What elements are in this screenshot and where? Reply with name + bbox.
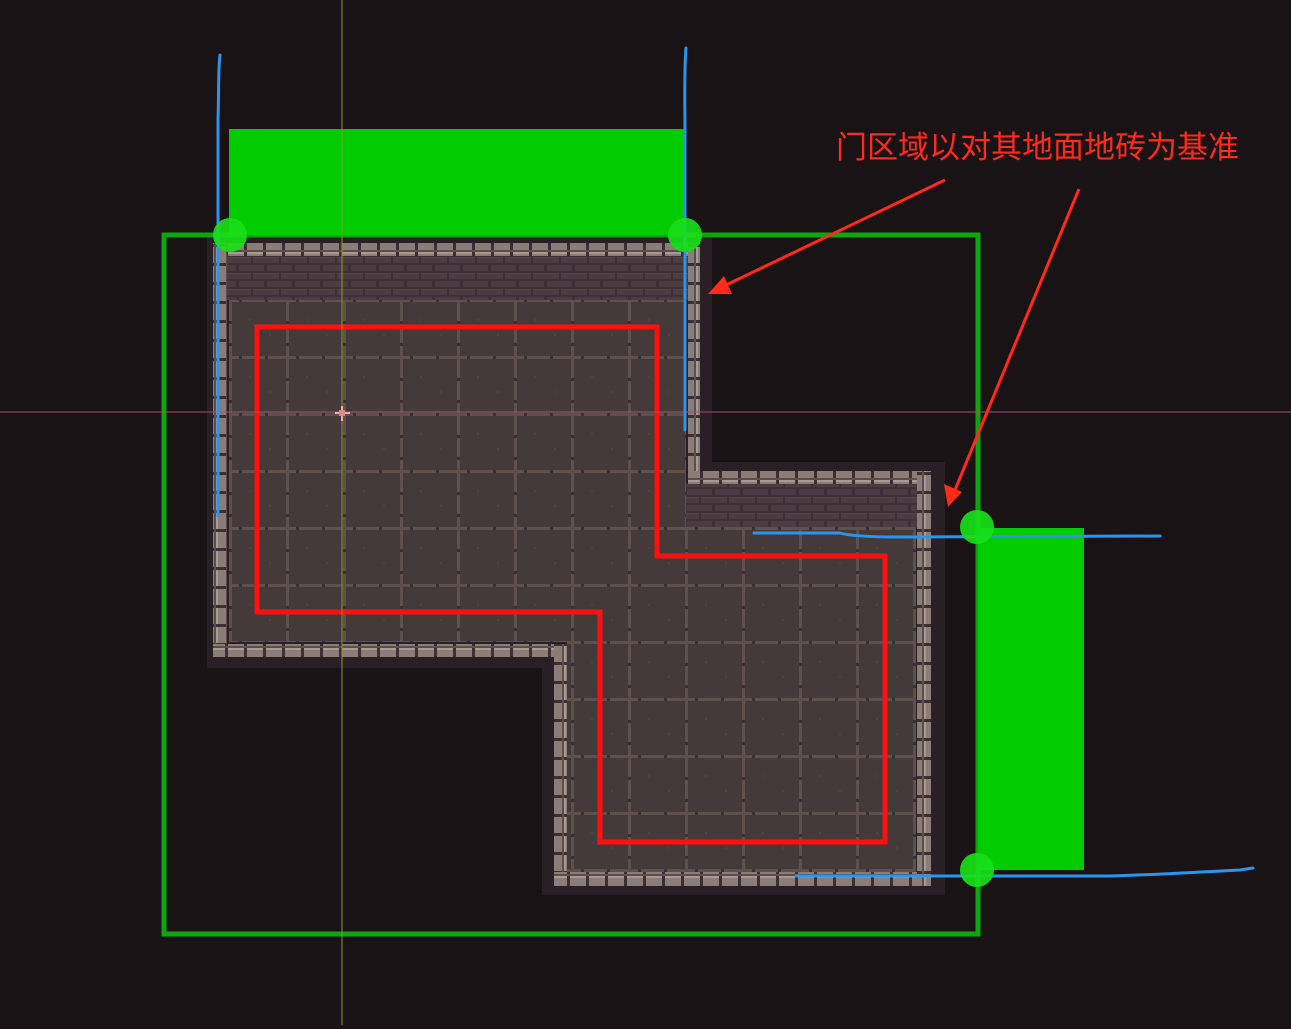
room-layout-view [0, 0, 1291, 1025]
bottom-left-wall-cap [213, 644, 566, 657]
right-door-region[interactable] [978, 528, 1084, 870]
lower-room-wall [686, 484, 921, 527]
bottom-right-wall-cap [554, 872, 931, 886]
lower-wall-cap [688, 471, 931, 484]
room-floor [229, 299, 916, 876]
upper-wall-cap [216, 243, 700, 256]
anchor-dot-icon[interactable] [960, 510, 994, 544]
anchor-dot-icon[interactable] [960, 853, 994, 887]
level-editor-canvas[interactable]: 门区域以对其地面地砖为基准 [0, 0, 1291, 1025]
anchor-dot-icon[interactable] [668, 218, 702, 252]
anchor-dot-icon[interactable] [213, 218, 247, 252]
upper-room-wall [216, 256, 689, 300]
top-door-region[interactable] [229, 129, 684, 235]
upper-right-wall-cap [688, 243, 700, 475]
left-wall-cap [213, 243, 227, 646]
right-wall-cap [917, 471, 931, 886]
inner-step-wall-cap [554, 644, 567, 880]
